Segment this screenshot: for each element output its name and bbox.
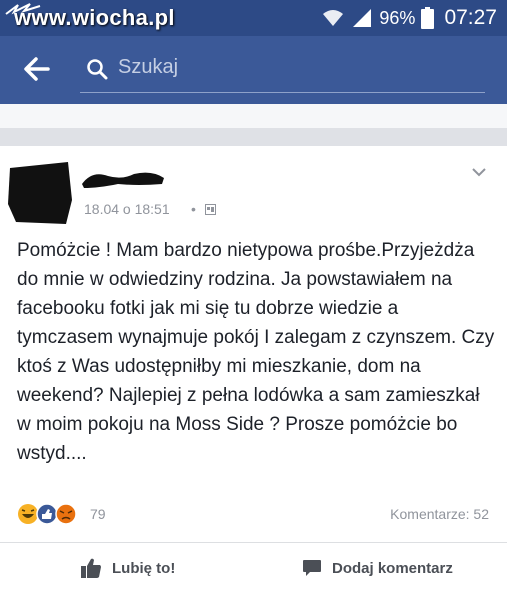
search-icon [87, 59, 108, 80]
back-arrow-icon[interactable] [22, 54, 52, 84]
haha-reaction-icon [18, 504, 38, 524]
status-icons: 96% 07:27 [321, 6, 497, 30]
privacy-icon [205, 204, 216, 215]
thumbs-up-icon [81, 558, 101, 578]
action-bar: Lubię to! Dodaj komentarz [0, 543, 507, 597]
post-timestamp[interactable]: 18.04 o 18:51 [84, 201, 170, 217]
search-header: Szukaj [0, 36, 507, 104]
comment-count[interactable]: Komentarze: 52 [390, 506, 489, 522]
signal-icon [353, 9, 372, 27]
search-input[interactable]: Szukaj [118, 56, 178, 79]
search-field[interactable]: Szukaj [80, 52, 485, 93]
post-text: Pomóżcie ! Mam bardzo nietypowa prośbe.P… [17, 240, 495, 464]
angry-reaction-icon [55, 503, 77, 525]
like-reaction-icon [36, 503, 58, 525]
post-card: 18.04 o 18:51 • Pomóżcie ! Mam bardzo ni… [0, 146, 507, 542]
watermark-text: www.wiocha.pl [14, 5, 175, 30]
avatar[interactable] [6, 160, 74, 226]
wifi-icon [323, 10, 344, 26]
battery-percent: 96% [379, 7, 416, 28]
meta-separator: • [191, 201, 196, 217]
reaction-count[interactable]: 79 [90, 506, 106, 522]
separator [0, 104, 507, 128]
clock: 07:27 [444, 6, 497, 29]
status-bar: www.wiocha.pl 96% 07:27 [0, 0, 507, 36]
separator [0, 128, 507, 146]
comment-bubble-icon [303, 560, 321, 576]
battery-icon [421, 7, 435, 29]
like-button[interactable]: Lubię to! [80, 555, 175, 581]
chevron-down-icon[interactable] [471, 166, 487, 178]
comment-button[interactable]: Dodaj komentarz [302, 555, 453, 581]
comment-label: Dodaj komentarz [332, 559, 453, 577]
author-name-redacted[interactable] [78, 166, 168, 192]
like-label: Lubię to! [112, 559, 176, 577]
